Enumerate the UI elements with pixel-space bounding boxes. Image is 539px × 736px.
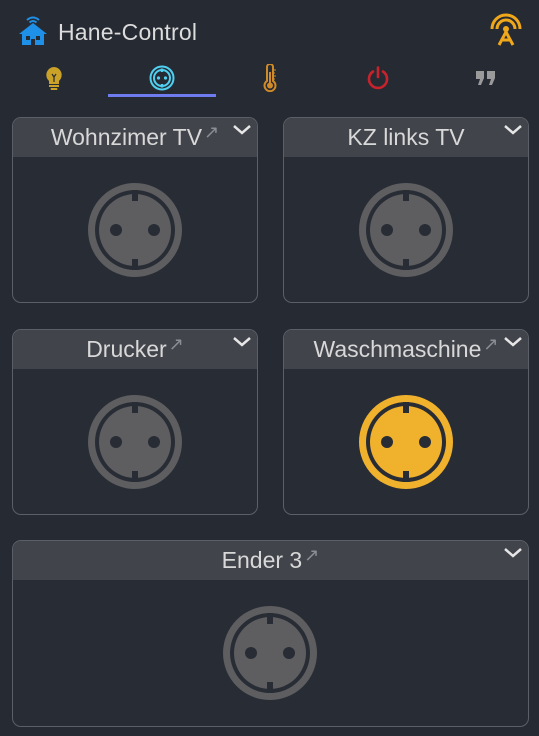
socket-icon — [149, 65, 175, 91]
switch-card-kz-links-tv: KZ links TV — [283, 117, 529, 303]
card-title[interactable]: KZ links TV — [347, 124, 464, 151]
switch-card-waschmaschine: Waschmaschine ↗ — [283, 329, 529, 515]
tab-temperature[interactable] — [216, 58, 324, 98]
open-detail-arrow-icon[interactable]: ↗ — [304, 545, 319, 566]
card-header: Drucker ↗ — [13, 330, 257, 369]
lightbulb-icon — [46, 67, 62, 90]
open-detail-arrow-icon[interactable]: ↗ — [204, 122, 219, 143]
card-title[interactable]: Ender 3 — [222, 547, 303, 574]
card-header: Ender 3 ↗ — [13, 541, 528, 580]
card-header: KZ links TV — [284, 118, 528, 157]
chevron-down-icon[interactable] — [502, 335, 524, 349]
socket-toggle-icon[interactable] — [220, 603, 320, 703]
quote-icon — [476, 71, 495, 85]
open-detail-arrow-icon[interactable]: ↗ — [483, 334, 498, 355]
tab-bar — [0, 58, 539, 100]
card-header: Wohnzimer TV ↗ — [13, 118, 257, 157]
active-tab-indicator — [108, 94, 216, 97]
switch-card-drucker: Drucker ↗ — [12, 329, 258, 515]
tab-quotes[interactable] — [432, 58, 539, 98]
power-icon — [367, 66, 389, 90]
socket-toggle-icon[interactable] — [85, 392, 185, 492]
switch-card-ender-3: Ender 3 ↗ — [12, 540, 529, 727]
socket-toggle-icon[interactable] — [356, 180, 456, 280]
open-detail-arrow-icon[interactable]: ↗ — [169, 334, 184, 355]
thermometer-icon — [263, 64, 277, 92]
chevron-down-icon[interactable] — [502, 123, 524, 137]
app-title: Hane-Control — [58, 19, 198, 45]
switch-card-wohnzimer-tv: Wohnzimer TV ↗ — [12, 117, 258, 303]
tab-sockets[interactable] — [108, 58, 216, 98]
app-header: Hane-Control — [0, 0, 539, 62]
tab-power[interactable] — [324, 58, 432, 98]
card-header: Waschmaschine ↗ — [284, 330, 528, 369]
chevron-down-icon[interactable] — [502, 546, 524, 560]
socket-toggle-icon[interactable] — [85, 180, 185, 280]
smart-home-icon — [19, 16, 47, 45]
chevron-down-icon[interactable] — [231, 335, 253, 349]
card-title[interactable]: Wohnzimer TV — [51, 124, 202, 151]
tab-lights[interactable] — [0, 58, 108, 98]
card-title[interactable]: Waschmaschine — [314, 336, 482, 363]
connection-status-icon[interactable] — [488, 12, 524, 46]
card-title[interactable]: Drucker — [86, 336, 167, 363]
chevron-down-icon[interactable] — [231, 123, 253, 137]
socket-toggle-icon-active[interactable] — [356, 392, 456, 492]
